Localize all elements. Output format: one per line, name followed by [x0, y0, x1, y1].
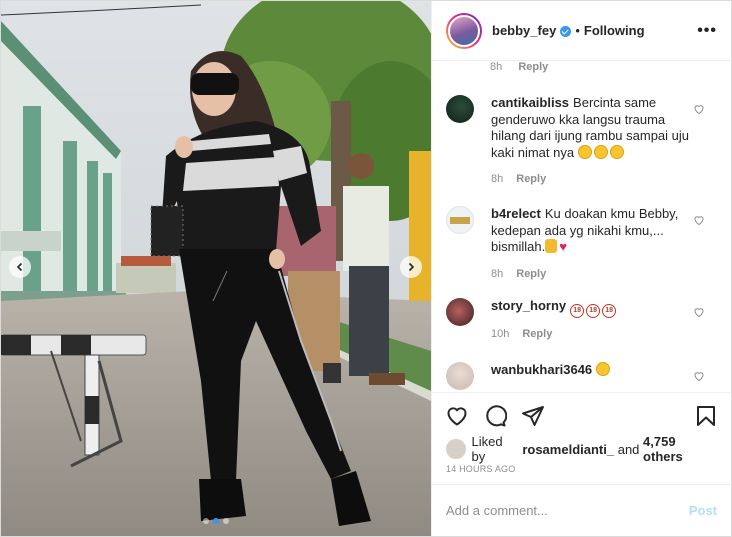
post-photo[interactable]: [1, 1, 431, 536]
comment-meta: 8h Reply: [491, 171, 699, 188]
post-side-panel: bebby_fey • Following ••• 8h Reply canti…: [431, 1, 731, 536]
no-one-under-eighteen-emoji-icon: 18: [586, 304, 601, 318]
comment-icon[interactable]: [483, 404, 507, 428]
carousel-dot: [223, 518, 229, 524]
comment-time: 8h: [491, 267, 504, 280]
header-separator: •: [575, 23, 580, 38]
carousel-next-button[interactable]: [400, 256, 422, 278]
no-one-under-eighteen-emoji-icon: 18: [602, 304, 617, 318]
comment-avatar[interactable]: [446, 95, 474, 123]
more-options-icon[interactable]: •••: [697, 22, 717, 40]
post-timestamp[interactable]: 14 HOURS AGO: [432, 460, 731, 484]
verified-badge-icon: [560, 26, 572, 37]
chevron-right-icon: [408, 262, 415, 272]
author-avatar[interactable]: [446, 12, 482, 49]
like-comment-heart-icon[interactable]: [693, 370, 705, 382]
comment-item: story_horny 18 18 18 10h Reply: [432, 298, 731, 343]
comment-meta: 8h Reply: [490, 61, 548, 73]
author-username[interactable]: bebby_fey: [492, 23, 556, 38]
carousel-prev-button[interactable]: [9, 256, 31, 278]
comment-meta: 8h Reply: [491, 266, 699, 283]
bookmark-icon[interactable]: [694, 404, 718, 428]
add-comment-bar: Post: [432, 484, 731, 536]
post-comment-button[interactable]: Post: [689, 503, 717, 518]
comment-item: b4relect Ku doakan kmu Bebby, kedepan ada…: [432, 206, 731, 282]
comment-avatar[interactable]: [446, 206, 474, 234]
reply-button[interactable]: Reply: [518, 61, 548, 73]
carousel-dot-active: [213, 518, 219, 524]
following-button[interactable]: Following: [584, 23, 645, 38]
comment-time: 10h: [491, 328, 510, 340]
comment-username[interactable]: b4relect: [491, 206, 541, 221]
red-heart-emoji-icon: ♥: [559, 239, 567, 254]
photo-illustration: [1, 1, 431, 536]
likes-middle: and: [617, 441, 640, 457]
comment-input[interactable]: [446, 503, 689, 518]
like-comment-heart-icon[interactable]: [693, 306, 705, 318]
heart-eyes-emoji-icon: [596, 362, 611, 376]
comment-item: cantikaibliss Bercinta same genderuwo kka…: [432, 95, 731, 188]
comment-username[interactable]: cantikaibliss: [491, 95, 569, 110]
post-action-bar: [432, 392, 731, 438]
comment-avatar[interactable]: [446, 362, 474, 390]
comments-list[interactable]: 8h Reply cantikaibliss Bercinta same gend…: [432, 61, 731, 392]
share-icon[interactable]: [521, 404, 545, 428]
thumbs-up-emoji-icon: [545, 239, 558, 253]
liker-avatar[interactable]: [446, 439, 466, 459]
carousel-indicator: [1, 518, 431, 524]
reply-button[interactable]: Reply: [516, 268, 546, 280]
reply-button[interactable]: Reply: [522, 328, 552, 340]
post-modal: bebby_fey • Following ••• 8h Reply canti…: [0, 0, 732, 537]
laughing-emoji-icon: [577, 144, 592, 159]
carousel-dot: [203, 518, 209, 524]
comment-time: 8h: [491, 173, 504, 185]
heart-icon[interactable]: [445, 404, 469, 428]
comment-time: 8h: [490, 61, 503, 73]
liker-username[interactable]: rosameldianti_: [522, 442, 614, 457]
comment-username[interactable]: story_horny: [491, 298, 566, 313]
no-one-under-eighteen-emoji-icon: 18: [570, 304, 585, 318]
likes-summary: Liked by rosameldianti_ and 4,759 others: [432, 434, 731, 464]
reply-button[interactable]: Reply: [516, 173, 546, 185]
like-comment-heart-icon[interactable]: [693, 103, 705, 115]
post-header: bebby_fey • Following •••: [432, 1, 731, 61]
chevron-left-icon: [16, 262, 23, 272]
like-comment-heart-icon[interactable]: [693, 214, 705, 226]
laughing-emoji-icon: [593, 144, 608, 159]
comment-avatar[interactable]: [446, 298, 474, 326]
comment-username[interactable]: wanbukhari3646: [491, 362, 592, 377]
comment-meta: 10h Reply: [491, 326, 699, 343]
laughing-emoji-icon: [609, 144, 624, 159]
comment-item: wanbukhari3646: [432, 362, 731, 390]
